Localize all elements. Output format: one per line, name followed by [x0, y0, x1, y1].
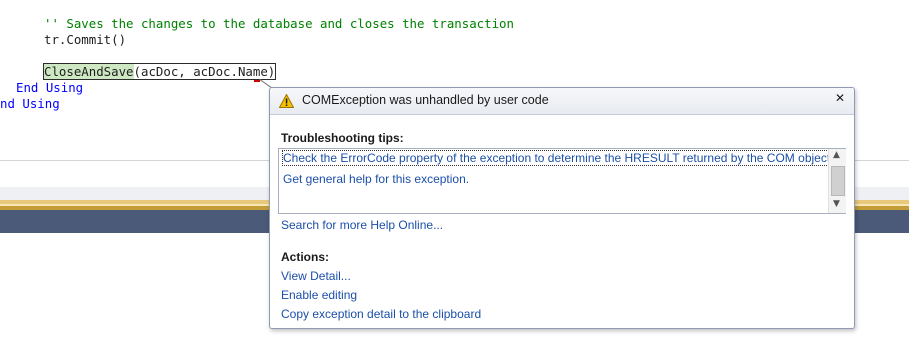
popup-header: COMException was unhandled by user code …	[270, 88, 854, 115]
method-call: CloseAndSave	[44, 64, 134, 79]
scrollbar-thumb[interactable]	[831, 166, 845, 196]
view-detail-link[interactable]: View Detail...	[281, 269, 351, 283]
error-squiggle	[254, 80, 260, 82]
enable-editing-link[interactable]: Enable editing	[281, 288, 357, 302]
troubleshooting-tips-list: Check the ErrorCode property of the exce…	[278, 148, 846, 214]
tips-scrollbar[interactable]: ▲ ▼	[828, 149, 846, 213]
tip-link-general-help[interactable]: Get general help for this exception.	[283, 172, 469, 186]
close-icon[interactable]: ✕	[835, 91, 845, 105]
code-current-statement: CloseAndSave(acDoc, acDoc.Name)	[43, 63, 277, 80]
troubleshooting-label: Troubleshooting tips:	[281, 131, 404, 145]
exception-popup: COMException was unhandled by user code …	[269, 87, 855, 329]
code-commit-line: tr.Commit()	[44, 32, 127, 47]
scroll-down-icon[interactable]: ▼	[833, 199, 840, 209]
actions-label: Actions:	[281, 250, 329, 264]
code-end-using-line: End Using	[16, 80, 84, 95]
copy-exception-detail-link[interactable]: Copy exception detail to the clipboard	[281, 307, 481, 321]
warning-icon	[279, 94, 294, 108]
tip-link-errorcode[interactable]: Check the ErrorCode property of the exce…	[282, 150, 835, 166]
current-statement-outline: CloseAndSave(acDoc, acDoc.Name)	[43, 63, 277, 80]
method-arguments: (acDoc, acDoc.Name)	[133, 64, 276, 79]
code-end-using-line-outer: nd Using	[0, 96, 60, 111]
popup-title: COMException was unhandled by user code	[302, 93, 549, 107]
scroll-up-icon[interactable]: ▲	[833, 150, 840, 160]
code-comment-line: '' Saves the changes to the database and…	[44, 16, 514, 31]
search-help-online-link[interactable]: Search for more Help Online...	[281, 218, 443, 232]
